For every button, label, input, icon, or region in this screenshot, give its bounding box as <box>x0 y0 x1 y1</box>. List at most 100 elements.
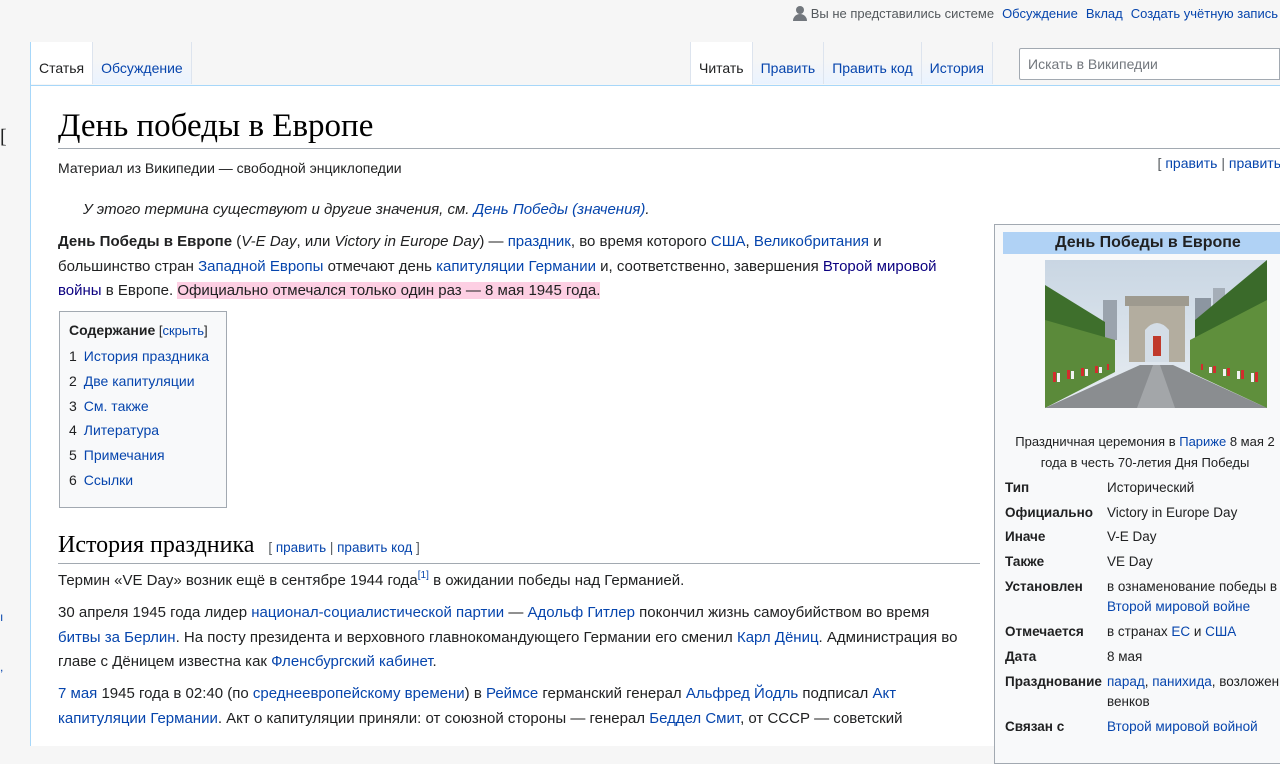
edit-code-link[interactable]: править <box>1229 155 1280 171</box>
toc-link[interactable]: История праздника <box>84 348 209 364</box>
text: , или <box>296 233 335 250</box>
hatnote-text: У этого термина существуют и другие знач… <box>83 201 474 218</box>
row-label: Тип <box>1005 480 1030 495</box>
section-edit-links: [ править | править код ] <box>268 540 419 555</box>
link-jodl[interactable]: Альфред Йодль <box>686 685 798 702</box>
toc-link[interactable]: Две капитуляции <box>84 373 195 389</box>
toc-item[interactable]: 1 История праздника <box>69 344 217 369</box>
bracket: ] <box>203 323 208 338</box>
link-requiem[interactable]: панихида <box>1152 674 1212 689</box>
link-doenitz[interactable]: Карл Дёниц <box>737 629 819 646</box>
text: покончил жизнь самоубийством во время <box>634 604 930 621</box>
toc-item[interactable]: 6 Ссылки <box>69 468 217 493</box>
row-value: VE Day <box>1107 554 1153 569</box>
hatnote-link[interactable]: День Победы (значения) <box>474 201 646 218</box>
text: и, соответственно, завершения <box>595 257 823 275</box>
link-hitler[interactable]: Адольф Гитлер <box>528 604 635 621</box>
link-parade[interactable]: парад <box>1107 674 1145 689</box>
edit-link[interactable]: править <box>1165 155 1217 171</box>
toc-number: 1 <box>69 348 77 364</box>
text: в ожидании победы над Германией. <box>428 572 685 589</box>
toc-item[interactable]: 3 См. также <box>69 394 217 419</box>
text: 1945 года в 02:40 (по <box>97 685 253 702</box>
tab-edit-source[interactable]: Править код <box>824 42 922 84</box>
link-battle-berlin[interactable]: битвы за Берлин <box>58 629 176 646</box>
link-uk[interactable]: Великобритания <box>754 233 869 250</box>
arc-de-triomphe-parade-photo[interactable] <box>1045 260 1267 408</box>
contributions-link[interactable]: Вклад <box>1086 6 1123 21</box>
text: отмечают день <box>323 257 437 275</box>
link-eu[interactable]: ЕС <box>1171 624 1190 639</box>
row-value: Второй мировой войной <box>1107 717 1280 737</box>
toc-link[interactable]: Примечания <box>84 447 165 463</box>
toc-number: 5 <box>69 447 77 464</box>
caption-text: года в честь 70-летия Дня Победы <box>1040 455 1250 470</box>
toc-link[interactable]: См. также <box>84 398 149 414</box>
tab-discussion[interactable]: Обсуждение <box>93 42 192 84</box>
row-value: Исторический <box>1107 480 1195 495</box>
toc-list: 1 История праздника 2 Две капитуляции 3 См.… <box>69 344 217 493</box>
section-edit-link[interactable]: править <box>276 540 326 555</box>
toc-item[interactable]: 4 Литература <box>69 418 217 443</box>
link-cet[interactable]: среднеевропейскому времени <box>253 685 465 702</box>
toc-number: 6 <box>69 471 77 488</box>
link-flensburg[interactable]: Фленсбургский кабинет <box>271 653 432 670</box>
link-western-europe[interactable]: Западной Европы <box>198 258 323 275</box>
talk-link[interactable]: Обсуждение <box>1002 6 1078 21</box>
tab-edit-source-label: Править код <box>832 60 913 76</box>
toc-item[interactable]: 2 Две капитуляции <box>69 369 217 394</box>
link-capitulation[interactable]: капитуляции Германии <box>436 258 596 275</box>
text-italic: V-E Day <box>241 233 297 250</box>
sidebar-fragment[interactable]: ı <box>0 610 3 624</box>
bracket: [ <box>268 540 276 555</box>
anon-user: Вы не представились системе <box>792 6 995 21</box>
namespace-tabs: Статья Обсуждение <box>30 42 192 86</box>
table-of-contents: Содержание [скрыть] 1 История праздника 2… <box>59 311 227 508</box>
tab-history[interactable]: История <box>921 42 993 84</box>
text: 30 апреля 1945 года лидер <box>58 604 252 621</box>
row-value-text: и <box>1190 624 1206 639</box>
reference-link[interactable]: [1] <box>418 570 429 581</box>
link-bedell-smith[interactable]: Беддел Смит <box>649 710 740 727</box>
link-nsdap[interactable]: национал-социалистической партии <box>251 604 504 621</box>
toc-number: 3 <box>69 397 77 414</box>
link-usa[interactable]: США <box>711 233 746 250</box>
section-edit-code-link[interactable]: править код <box>337 540 412 555</box>
toc-hide-link[interactable]: скрыть <box>162 323 204 338</box>
paragraph-2: 30 апреля 1945 года лидер национал-социа… <box>58 601 958 675</box>
photo-illustration <box>1045 260 1267 408</box>
link-may-7[interactable]: 7 мая <box>58 685 97 702</box>
link-ww2-infobox[interactable]: Второй мировой войне <box>1107 599 1250 614</box>
text: , <box>745 233 754 250</box>
row-value: в ознаменование победы в Второй мировой в… <box>1107 577 1280 617</box>
row-label: Иначе <box>1005 529 1046 544</box>
toc-title: Содержание [скрыть] <box>69 322 217 338</box>
user-status-text: Вы не представились системе <box>810 6 995 21</box>
tab-read[interactable]: Читать <box>690 42 753 84</box>
search-input[interactable] <box>1019 48 1280 80</box>
tab-article[interactable]: Статья <box>31 42 94 84</box>
row-value: парад, панихида, возложен венков <box>1107 672 1280 712</box>
link-reims[interactable]: Реймсе <box>486 685 538 702</box>
row-label: Установлен <box>1005 579 1083 594</box>
text: подписал <box>798 685 873 702</box>
toc-heading: Содержание <box>69 322 156 338</box>
hatnote: У этого термина существуют и другие знач… <box>83 201 650 218</box>
tab-edit-label: Править <box>760 60 816 76</box>
sidebar-fragment[interactable]: , <box>0 660 3 674</box>
link-holiday[interactable]: праздник <box>508 233 571 250</box>
link-paris[interactable]: Париже <box>1179 434 1226 449</box>
toc-link[interactable]: Литература <box>84 422 159 438</box>
sidebar-fragment: [ <box>0 126 7 148</box>
create-account-link[interactable]: Создать учётную запись <box>1131 6 1278 21</box>
hatnote-end: . <box>645 201 650 218</box>
link-ww2-related[interactable]: Второй мировой войной <box>1107 719 1258 734</box>
row-value: Victory in Europe Day <box>1107 505 1238 520</box>
tab-history-label: История <box>929 60 984 76</box>
tab-edit[interactable]: Править <box>752 42 825 84</box>
text: Термин «VE Day» возник ещё в сентябре 19… <box>58 572 418 589</box>
link-usa-infobox[interactable]: США <box>1205 624 1236 639</box>
text: , от СССР — советский <box>740 709 903 727</box>
toc-link[interactable]: Ссылки <box>84 472 133 488</box>
toc-item[interactable]: 5 Примечания <box>69 443 217 468</box>
